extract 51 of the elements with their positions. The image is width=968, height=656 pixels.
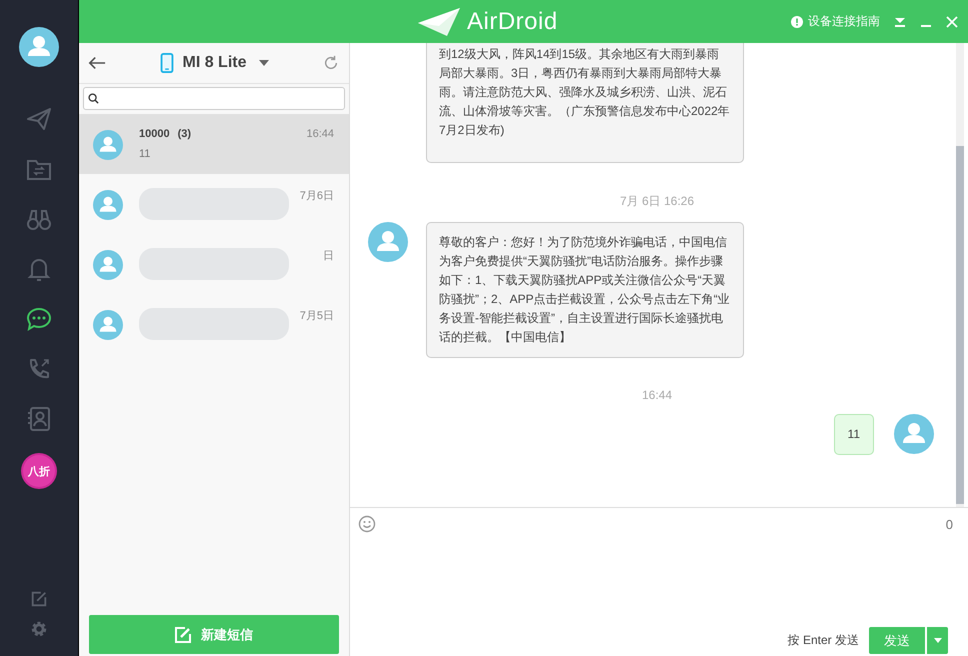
paper-plane-icon[interactable] — [25, 105, 53, 133]
emoji-icon[interactable] — [358, 515, 376, 533]
edit-icon — [175, 626, 191, 642]
back-arrow-icon[interactable] — [88, 55, 106, 71]
send-button[interactable]: 发送 — [869, 627, 925, 654]
conversation-item[interactable]: 7月5日 — [79, 294, 349, 354]
refresh-icon[interactable] — [322, 55, 339, 71]
contact-avatar — [93, 190, 123, 220]
message-bubble: 尊敬的客户：您好！为了防范境外诈骗电话，中国电信为客户免费提供“天翼防骚扰”电话防治服务。操作步骤如下：1、下载天翼防骚扰APP或关注微信公众号“天翼防骚扰”；2、APP点击拦截设置，公众号点击左下角“业务设置-智能拦截设置”，自主设置进行国际长途骚扰电话的拦截。【中国电信】 — [426, 222, 744, 358]
search-field[interactable] — [83, 87, 345, 110]
new-message-button[interactable]: 新建短信 — [89, 615, 339, 654]
discount-badge[interactable]: 八折 — [23, 455, 55, 487]
smartphone-icon — [160, 53, 174, 73]
conversation-time: 16:44 — [306, 128, 334, 140]
message-bubble: 到12级大风，阵风14到15级。其余地区有大雨到暴雨局部大暴雨。3日，粤西仍有暴雨到大暴雨局部特大暴雨。请注意防范大风、强降水及城乡积涝、山洪、泥石流、山体滑坡等灾害。（广东预警信息发布中心2022年7月2日发布) — [426, 43, 744, 163]
caret-icon — [258, 60, 268, 66]
search-icon — [88, 93, 99, 104]
contact-name: 10000 — [139, 128, 170, 140]
app-logo-text: AirDroid — [467, 8, 558, 36]
conversation-item[interactable]: 日 — [79, 234, 349, 294]
contact-avatar — [368, 222, 408, 262]
message-bubble: 11 — [834, 414, 874, 455]
scrollbar-thumb[interactable] — [956, 146, 964, 504]
message-preview: 11 — [139, 148, 152, 160]
device-selector[interactable]: MI 8 Lite — [160, 53, 268, 73]
conversation-time: 日 — [323, 249, 334, 263]
contact-avatar — [894, 414, 934, 454]
send-hint: 按 Enter 发送 — [788, 632, 859, 649]
contact-avatar — [93, 310, 123, 340]
message-timestamp: 16:44 — [640, 388, 674, 402]
caret-icon — [934, 638, 942, 643]
conversation-time: 7月6日 — [300, 189, 334, 203]
contact-card-icon[interactable] — [25, 405, 53, 433]
close-icon[interactable] — [946, 16, 958, 28]
message-timestamp: 7月 6日 16:26 — [618, 193, 696, 210]
contact-avatar — [93, 130, 123, 160]
chat-bubble-icon[interactable] — [25, 305, 53, 333]
user-avatar[interactable] — [19, 27, 59, 67]
conversation-time: 7月5日 — [300, 309, 334, 323]
settings-icon[interactable] — [30, 620, 48, 638]
message-count: (3) — [178, 128, 192, 140]
paper-plane-logo-icon — [417, 6, 461, 36]
character-count: 0 — [946, 516, 953, 532]
contact-avatar — [93, 250, 123, 280]
info-icon — [791, 16, 803, 28]
conversation-item[interactable]: 10000 (3) 11 16:44 — [79, 114, 349, 174]
download-icon[interactable] — [894, 16, 906, 28]
connection-guide-link[interactable]: 设备连接指南 — [791, 13, 880, 30]
send-options-button[interactable] — [927, 627, 948, 654]
edit-icon[interactable] — [30, 590, 48, 608]
conversation-item[interactable]: 7月6日 — [79, 174, 349, 234]
